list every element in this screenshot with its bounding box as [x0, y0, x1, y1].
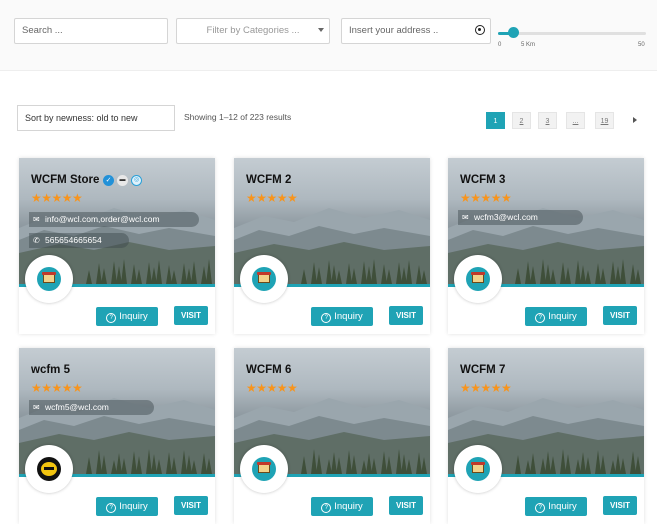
- visit-button[interactable]: VISIT: [603, 306, 637, 325]
- store-card: WCFM 3 ★★★★★ ✉ wcfm3@wcl.com ? Inquiry VI…: [448, 158, 644, 334]
- store-name[interactable]: wcfm 5: [31, 364, 70, 376]
- store-phone: ✆ 565654665654: [29, 233, 129, 248]
- radius-max-label: 50: [638, 42, 645, 48]
- rating-stars: ★★★★★: [460, 381, 512, 395]
- store-card: WCFM 2 ★★★★★ ? Inquiry VISIT: [234, 158, 430, 334]
- page-1[interactable]: 1: [486, 112, 505, 129]
- inquiry-button[interactable]: ? Inquiry: [96, 497, 158, 516]
- inquiry-label: Inquiry: [548, 311, 577, 322]
- inquiry-button[interactable]: ? Inquiry: [96, 307, 158, 326]
- envelope-icon: ✉: [33, 215, 40, 224]
- rating-stars: ★★★★★: [31, 191, 83, 205]
- question-icon: ?: [535, 503, 546, 513]
- category-filter-label: Filter by Categories ...: [206, 25, 300, 36]
- inquiry-label: Inquiry: [119, 311, 148, 322]
- page-19[interactable]: 19: [595, 112, 614, 129]
- inquiry-button[interactable]: ? Inquiry: [311, 307, 373, 326]
- store-email: ✉ wcfm3@wcl.com: [458, 210, 583, 225]
- question-icon: ?: [321, 313, 332, 323]
- globe-badge-icon: ◎: [131, 175, 142, 186]
- address-placeholder: Insert your address ..: [349, 25, 439, 36]
- envelope-icon: ✉: [462, 213, 469, 222]
- store-logo-icon: [37, 267, 61, 291]
- locate-me-icon[interactable]: [475, 25, 485, 35]
- sort-select[interactable]: Sort by newness: old to new: [17, 105, 175, 131]
- address-input[interactable]: Insert your address ..: [341, 18, 491, 44]
- rating-stars: ★★★★★: [246, 191, 298, 205]
- page-2[interactable]: 2: [512, 112, 531, 129]
- store-phone-text: 565654665654: [45, 235, 102, 245]
- page-ellipsis: ...: [566, 112, 585, 129]
- store-name[interactable]: WCFM Store: [31, 174, 99, 186]
- question-icon: ?: [106, 503, 117, 513]
- inquiry-label: Inquiry: [119, 501, 148, 512]
- result-count: Showing 1–12 of 223 results: [184, 112, 292, 122]
- visit-button[interactable]: VISIT: [174, 496, 208, 515]
- visit-button[interactable]: VISIT: [174, 306, 208, 325]
- envelope-icon: ✉: [33, 403, 40, 412]
- store-logo-icon: [252, 267, 276, 291]
- radius-slider-handle[interactable]: [507, 27, 519, 38]
- inquiry-label: Inquiry: [334, 311, 363, 322]
- store-logo[interactable]: [25, 255, 73, 303]
- question-icon: ?: [106, 313, 117, 323]
- rating-stars: ★★★★★: [31, 381, 83, 395]
- store-card: WCFM Store ✓ ▬ ◎ ★★★★★ ✉ info@wcl.com,or…: [19, 158, 215, 334]
- store-badges: ✓ ▬ ◎: [103, 175, 142, 186]
- store-name[interactable]: WCFM 2: [246, 174, 291, 186]
- caret-down-icon: [318, 28, 324, 32]
- next-page-arrow-icon[interactable]: [626, 112, 645, 129]
- store-logo[interactable]: [454, 255, 502, 303]
- store-name[interactable]: WCFM 6: [246, 364, 291, 376]
- store-email: ✉ info@wcl.com,order@wcl.com: [29, 212, 199, 227]
- store-logo[interactable]: [240, 255, 288, 303]
- store-logo-icon: [252, 457, 276, 481]
- visit-button[interactable]: VISIT: [389, 496, 423, 515]
- search-input[interactable]: Search ...: [14, 18, 168, 44]
- store-card: WCFM 7 ★★★★★ ? Inquiry VISIT: [448, 348, 644, 524]
- store-email-text: info@wcl.com,order@wcl.com: [45, 214, 160, 224]
- store-email-text: wcfm5@wcl.com: [45, 402, 109, 412]
- store-card: WCFM 6 ★★★★★ ? Inquiry VISIT: [234, 348, 430, 524]
- inquiry-button[interactable]: ? Inquiry: [525, 307, 587, 326]
- shipping-truck-icon: ▬: [117, 175, 128, 186]
- store-email: ✉ wcfm5@wcl.com: [29, 400, 154, 415]
- visit-button[interactable]: VISIT: [389, 306, 423, 325]
- phone-icon: ✆: [33, 236, 40, 245]
- radius-slider-track[interactable]: [498, 32, 646, 35]
- store-logo[interactable]: [454, 445, 502, 493]
- verified-badge-icon: ✓: [103, 175, 114, 186]
- question-icon: ?: [321, 503, 332, 513]
- radius-min-label: 0: [498, 42, 502, 48]
- page-3[interactable]: 3: [538, 112, 557, 129]
- store-logo-icon: [466, 457, 490, 481]
- visit-button[interactable]: VISIT: [603, 496, 637, 515]
- radius-value-label: 5 Km: [521, 42, 536, 48]
- store-name[interactable]: WCFM 7: [460, 364, 505, 376]
- category-filter-select[interactable]: Filter by Categories ...: [176, 18, 330, 44]
- rating-stars: ★★★★★: [246, 381, 298, 395]
- filter-bar: Search ... Filter by Categories ... Inse…: [0, 0, 657, 71]
- store-card: wcfm 5 ★★★★★ ✉ wcfm5@wcl.com ? Inquiry VI…: [19, 348, 215, 524]
- store-email-text: wcfm3@wcl.com: [474, 212, 538, 222]
- inquiry-button[interactable]: ? Inquiry: [525, 497, 587, 516]
- inquiry-label: Inquiry: [548, 501, 577, 512]
- store-logo-icon: [466, 267, 490, 291]
- inquiry-label: Inquiry: [334, 501, 363, 512]
- question-icon: ?: [535, 313, 546, 323]
- store-logo[interactable]: [240, 445, 288, 493]
- rating-stars: ★★★★★: [460, 191, 512, 205]
- store-logo[interactable]: [25, 445, 73, 493]
- bfm-logo-icon: [37, 457, 61, 481]
- inquiry-button[interactable]: ? Inquiry: [311, 497, 373, 516]
- store-name[interactable]: WCFM 3: [460, 174, 505, 186]
